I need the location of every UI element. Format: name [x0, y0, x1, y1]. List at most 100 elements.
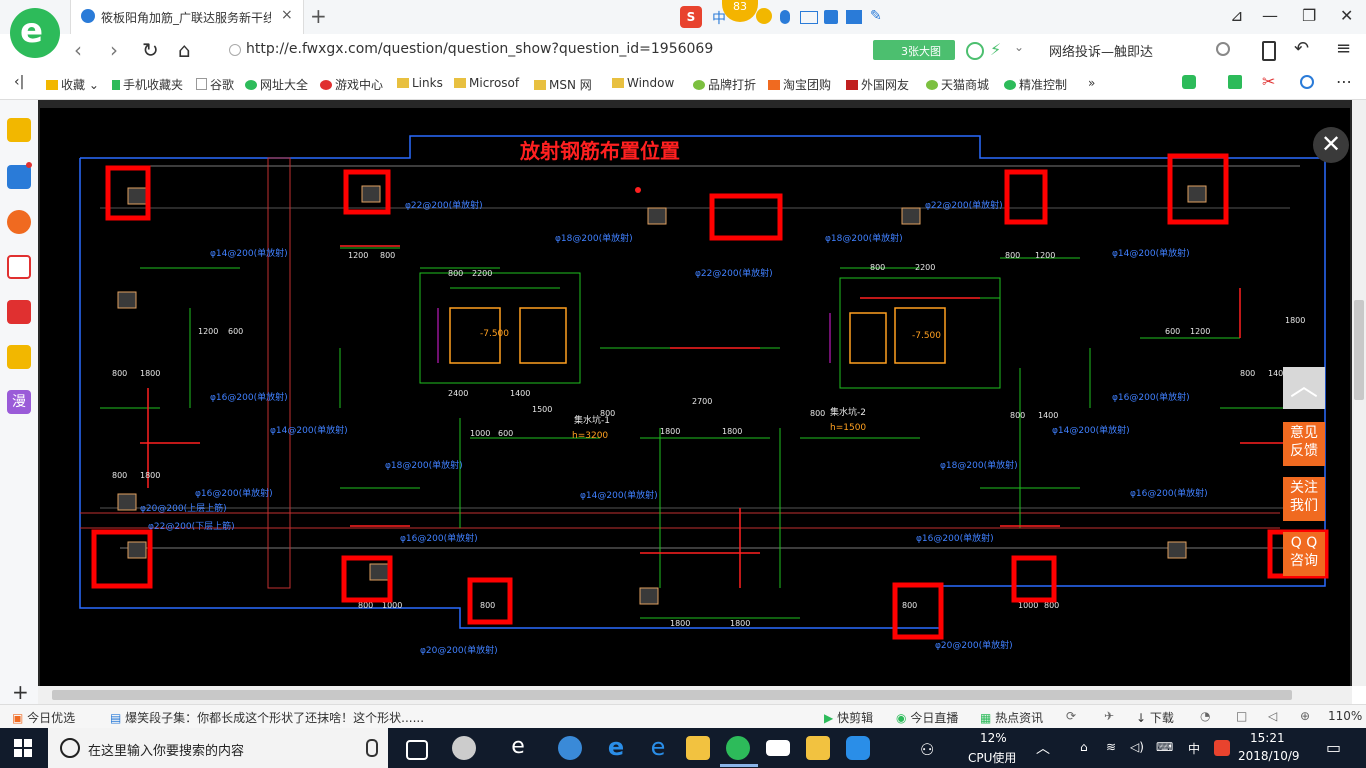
edge-icon[interactable]: e	[604, 735, 628, 760]
mic-icon[interactable]	[366, 739, 378, 757]
game-icon[interactable]	[7, 300, 31, 324]
window-icon[interactable]: □	[1236, 709, 1247, 723]
shield-check-icon[interactable]	[966, 42, 984, 60]
leaf-status-icon[interactable]: ◔	[1200, 709, 1210, 723]
new-tab-button[interactable]: +	[310, 4, 327, 28]
clipboard-icon[interactable]	[1228, 75, 1242, 89]
network-icon[interactable]: ⌂	[1080, 740, 1088, 754]
undo-icon[interactable]: ↶	[1294, 38, 1309, 59]
browser-tab[interactable]: 筱板阳角加筋_广联达服务新干线 ×	[70, 0, 304, 34]
url-field[interactable]: http://e.fwxgx.com/question/question_sho…	[246, 41, 713, 57]
people-icon[interactable]: ⚇	[920, 740, 934, 759]
hot-news[interactable]: ▦ 热点资讯	[980, 709, 1043, 726]
back-icon[interactable]: ‹	[74, 38, 82, 62]
tray-expand-icon[interactable]: ︿	[1036, 738, 1050, 758]
follow-us-button[interactable]: 关注 我们	[1283, 477, 1325, 521]
keyboard-tray-icon[interactable]: ⌨	[1156, 740, 1173, 754]
360-browser-icon[interactable]	[726, 736, 750, 760]
bookmark-item[interactable]: 收藏 ⌄	[46, 76, 99, 93]
glodon-app-icon[interactable]	[846, 736, 870, 760]
today-live[interactable]: ◉ 今日直播	[896, 709, 958, 726]
bookmark-item[interactable]: MSN 网	[534, 76, 592, 93]
toolbox-icon[interactable]	[824, 10, 838, 24]
emoji-icon[interactable]	[756, 8, 772, 24]
ie-legacy-icon[interactable]: e	[506, 736, 530, 760]
bookmark-item[interactable]: Microsof	[454, 76, 519, 90]
download-button[interactable]: ↓ 下载	[1136, 709, 1174, 726]
bookmark-item[interactable]: 网址大全	[245, 76, 308, 93]
feedback-button[interactable]: 意见 反馈	[1283, 422, 1325, 466]
speaker-icon[interactable]: ◁	[1268, 709, 1277, 723]
close-viewer-button[interactable]: ✕	[1313, 127, 1349, 163]
add-sidebar-button[interactable]: +	[12, 680, 29, 704]
clock-time[interactable]: 15:21	[1250, 731, 1285, 745]
chevron-down-icon[interactable]: ⌄	[1014, 40, 1024, 54]
find-icon[interactable]	[1300, 75, 1314, 89]
weibo-icon[interactable]	[7, 210, 31, 234]
mobile-icon[interactable]	[1262, 41, 1276, 61]
search-icon[interactable]	[1216, 42, 1230, 56]
wifi-icon[interactable]: ≋	[1106, 740, 1116, 754]
back-to-top-button[interactable]: ︿	[1283, 367, 1325, 409]
keyboard-icon[interactable]	[800, 11, 818, 24]
notification-center-icon[interactable]: ▭	[1326, 738, 1341, 757]
settings-wrench-icon[interactable]: ✎	[870, 8, 882, 24]
tab-close-button[interactable]: ×	[281, 7, 293, 23]
pin-icon[interactable]: ⊿	[1230, 6, 1243, 25]
bookmark-item[interactable]: 品牌打折	[693, 76, 756, 93]
bookmark-item[interactable]: 淘宝团购	[768, 76, 831, 93]
skin-icon[interactable]	[846, 10, 862, 24]
news-icon[interactable]	[7, 165, 31, 189]
book-icon[interactable]	[7, 345, 31, 369]
minimize-button[interactable]: —	[1262, 6, 1278, 25]
vertical-scrollbar[interactable]	[1352, 100, 1366, 686]
report-link[interactable]: 网络投诉—触即达	[1049, 41, 1153, 60]
comic-icon[interactable]: 漫	[7, 390, 31, 414]
big-image-button[interactable]: 3张大图	[873, 40, 955, 60]
browser-logo-icon[interactable]: e	[10, 8, 60, 58]
favorites-star-icon[interactable]	[7, 118, 31, 142]
bookmark-item[interactable]: 天猫商城	[926, 76, 989, 93]
app-fan-icon[interactable]	[452, 736, 476, 760]
file-explorer-icon[interactable]	[686, 736, 710, 760]
ime-lang-icon[interactable]: 中	[712, 8, 726, 28]
maximize-button[interactable]: ❐	[1302, 6, 1316, 25]
menu-icon[interactable]: ≡	[1336, 38, 1351, 59]
qq-consult-button[interactable]: Q Q 咨询	[1283, 532, 1325, 576]
bookmark-item[interactable]: Window	[612, 76, 674, 90]
scroll-thumb[interactable]	[1354, 300, 1364, 400]
horizontal-scrollbar[interactable]	[38, 686, 1352, 704]
lightning-icon[interactable]: ⚡	[990, 40, 1001, 59]
zoom-level[interactable]: 110%	[1328, 709, 1362, 723]
mail-icon[interactable]	[7, 255, 31, 279]
home-icon[interactable]: ⌂	[178, 38, 191, 62]
windows-start-icon[interactable]	[14, 739, 32, 757]
ime-indicator[interactable]: 中	[1188, 740, 1200, 757]
volume-icon[interactable]: ◁)	[1130, 740, 1144, 754]
task-view-icon[interactable]	[406, 740, 428, 760]
site-info-icon[interactable]	[229, 44, 241, 56]
ie-icon[interactable]: e	[646, 735, 670, 760]
quick-clip[interactable]: ▶ 快剪辑	[824, 709, 873, 726]
news-ticker[interactable]: ▤ 爆笑段子集：你都长成这个形状了还抹啥！这个形状......	[110, 709, 424, 726]
today-picks[interactable]: ▣ 今日优选	[12, 709, 75, 726]
close-window-button[interactable]: ✕	[1340, 6, 1353, 25]
pin-status-icon[interactable]: ✈	[1104, 709, 1114, 723]
bookmark-item[interactable]: Links	[397, 76, 443, 90]
notes-app-icon[interactable]	[806, 736, 830, 760]
cloud-app-icon[interactable]	[558, 736, 582, 760]
bookmark-item[interactable]: 手机收藏夹	[112, 76, 183, 93]
bookmark-item[interactable]: 精准控制	[1004, 76, 1067, 93]
sidebar-toggle-icon[interactable]: ‹|	[14, 74, 24, 90]
mail-app-icon[interactable]	[766, 740, 790, 756]
more-bookmarks-icon[interactable]: »	[1088, 76, 1095, 90]
clock-date[interactable]: 2018/10/9	[1238, 749, 1300, 763]
more-tools-icon[interactable]: ⋯	[1336, 72, 1352, 91]
cut-icon[interactable]: ✂	[1262, 72, 1275, 91]
scroll-thumb[interactable]	[52, 690, 1292, 700]
mic-icon[interactable]	[780, 10, 790, 24]
bookmark-item[interactable]: 谷歌	[196, 76, 234, 93]
bookmark-item[interactable]: 游戏中心	[320, 76, 383, 93]
forward-icon[interactable]: ›	[110, 38, 118, 62]
taskbar-search[interactable]: 在这里输入你要搜索的内容	[48, 728, 388, 768]
